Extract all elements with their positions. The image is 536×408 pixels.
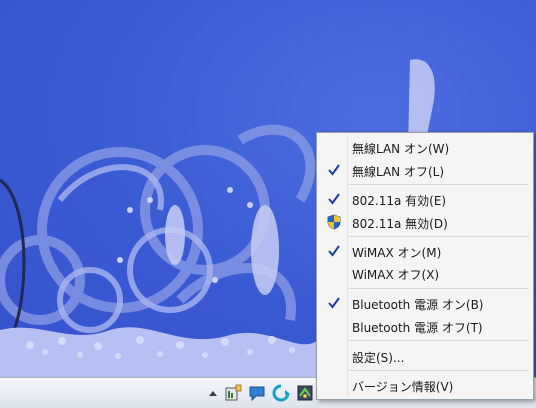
- menu-item-label: 無線LAN オン(W): [352, 142, 450, 156]
- menu-item-bluetooth-off[interactable]: Bluetooth 電源 オフ(T): [319, 316, 531, 336]
- checkmark-icon: [323, 189, 345, 209]
- menu-item-wlan-off[interactable]: 無線LAN オフ(L): [319, 160, 531, 180]
- menu-separator: [349, 288, 529, 289]
- uac-shield-icon: [323, 212, 345, 232]
- menu-item-label: WiMAX オフ(X): [352, 268, 440, 282]
- network-status-icon[interactable]: [224, 384, 242, 402]
- menu-item-label: 無線LAN オフ(L): [352, 165, 445, 179]
- show-hidden-icons-arrow[interactable]: [204, 384, 222, 402]
- checkmark-icon: [323, 241, 345, 261]
- wireless-utility-icon[interactable]: [296, 384, 314, 402]
- context-menu: 無線LAN オン(W) 無線LAN オフ(L) 802.11a 有効(E) 80…: [316, 132, 534, 400]
- menu-separator: [349, 370, 529, 371]
- menu-item-wimax-off[interactable]: WiMAX オフ(X): [319, 263, 531, 283]
- menu-item-wimax-on[interactable]: WiMAX オン(M): [319, 241, 531, 261]
- menu-item-version-info[interactable]: バージョン情報(V): [319, 375, 531, 395]
- checkmark-icon: [323, 293, 345, 313]
- menu-separator: [349, 340, 529, 341]
- menu-separator: [349, 184, 529, 185]
- menu-item-label: Bluetooth 電源 オン(B): [352, 298, 484, 312]
- menu-item-label: 802.11a 有効(E): [352, 194, 447, 208]
- checkmark-icon: [323, 160, 345, 180]
- menu-item-label: Bluetooth 電源 オフ(T): [352, 321, 483, 335]
- sync-icon[interactable]: [272, 384, 290, 402]
- menu-item-settings[interactable]: 設定(S)...: [319, 346, 531, 366]
- menu-item-wlan-on[interactable]: 無線LAN オン(W): [319, 137, 531, 157]
- menu-item-80211a-enable[interactable]: 802.11a 有効(E): [319, 189, 531, 209]
- message-icon[interactable]: [248, 384, 266, 402]
- menu-item-label: 設定(S)...: [352, 351, 405, 365]
- menu-item-80211a-disable[interactable]: 802.11a 無効(D): [319, 212, 531, 232]
- menu-item-label: WiMAX オン(M): [352, 246, 442, 260]
- menu-item-bluetooth-on[interactable]: Bluetooth 電源 オン(B): [319, 293, 531, 313]
- menu-item-label: 802.11a 無効(D): [352, 217, 448, 231]
- menu-item-label: バージョン情報(V): [352, 380, 454, 394]
- menu-separator: [349, 236, 529, 237]
